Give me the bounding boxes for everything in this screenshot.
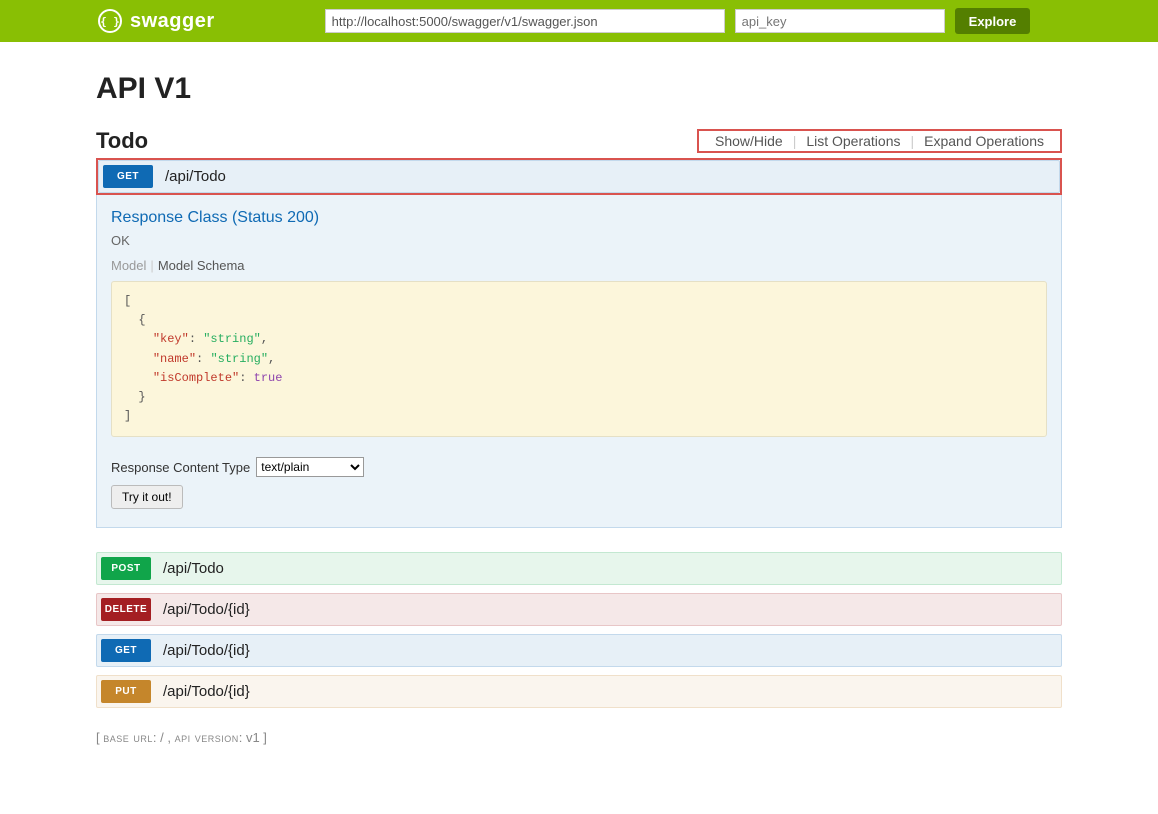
- show-hide-link[interactable]: Show/Hide: [705, 133, 793, 149]
- response-content-type-select[interactable]: text/plain: [256, 457, 364, 477]
- section-actions: Show/Hide | List Operations | Expand Ope…: [697, 129, 1062, 153]
- operation-post-todo: POST /api/Todo: [96, 552, 1062, 585]
- separator: |: [146, 258, 157, 273]
- list-operations-link[interactable]: List Operations: [796, 133, 910, 149]
- operation-get-todo-highlighted: GET /api/Todo: [96, 158, 1062, 195]
- main-content: API V1 Todo Show/Hide | List Operations …: [0, 42, 1158, 785]
- api-title: API V1: [96, 72, 1062, 106]
- operation-path: /api/Todo/{id}: [163, 601, 250, 618]
- operation-put-todo-id: PUT /api/Todo/{id}: [96, 675, 1062, 708]
- operation-path: /api/Todo/{id}: [163, 642, 250, 659]
- response-ok: OK: [111, 233, 1047, 248]
- operation-header[interactable]: DELETE /api/Todo/{id}: [96, 593, 1062, 626]
- section-bar: Todo Show/Hide | List Operations | Expan…: [96, 128, 1062, 154]
- try-it-out-button[interactable]: Try it out!: [111, 485, 183, 509]
- model-schema-json[interactable]: [ { "key": "string", "name": "string", "…: [111, 281, 1047, 437]
- section-title: Todo: [96, 128, 148, 154]
- topbar-inputs: Explore: [325, 8, 1031, 34]
- topbar: { } swagger Explore: [0, 0, 1158, 42]
- operation-header[interactable]: POST /api/Todo: [96, 552, 1062, 585]
- operation-header[interactable]: GET /api/Todo: [98, 160, 1060, 193]
- operation-header[interactable]: PUT /api/Todo/{id}: [96, 675, 1062, 708]
- logo[interactable]: { } swagger: [98, 9, 215, 33]
- svg-text:{ }: { }: [100, 15, 120, 28]
- swagger-logo-icon: { }: [98, 9, 122, 33]
- tab-model[interactable]: Model: [111, 258, 146, 273]
- response-content-type-label: Response Content Type: [111, 460, 250, 475]
- operation-body: Response Class (Status 200) OK Model|Mod…: [96, 195, 1062, 528]
- method-badge-get: GET: [101, 639, 151, 662]
- schema-tabs: Model|Model Schema: [111, 258, 1047, 273]
- method-badge-get: GET: [103, 165, 153, 188]
- tab-model-schema[interactable]: Model Schema: [158, 258, 245, 273]
- method-badge-delete: DELETE: [101, 598, 151, 621]
- logo-text: swagger: [130, 10, 215, 33]
- base-url-footer: [ base url: / , api version: v1 ]: [96, 730, 1062, 745]
- api-key-input[interactable]: [735, 9, 945, 33]
- response-class-title: Response Class (Status 200): [111, 209, 1047, 227]
- response-content-type-row: Response Content Type text/plain: [111, 457, 1047, 477]
- swagger-url-input[interactable]: [325, 9, 725, 33]
- expand-operations-link[interactable]: Expand Operations: [914, 133, 1054, 149]
- operation-delete-todo-id: DELETE /api/Todo/{id}: [96, 593, 1062, 626]
- operation-path: /api/Todo: [165, 168, 226, 185]
- explore-button[interactable]: Explore: [955, 8, 1031, 34]
- method-badge-put: PUT: [101, 680, 151, 703]
- method-badge-post: POST: [101, 557, 151, 580]
- operation-path: /api/Todo/{id}: [163, 683, 250, 700]
- operation-get-todo-id: GET /api/Todo/{id}: [96, 634, 1062, 667]
- operation-list: POST /api/Todo DELETE /api/Todo/{id} GET…: [96, 552, 1062, 708]
- operation-path: /api/Todo: [163, 560, 224, 577]
- operation-header[interactable]: GET /api/Todo/{id}: [96, 634, 1062, 667]
